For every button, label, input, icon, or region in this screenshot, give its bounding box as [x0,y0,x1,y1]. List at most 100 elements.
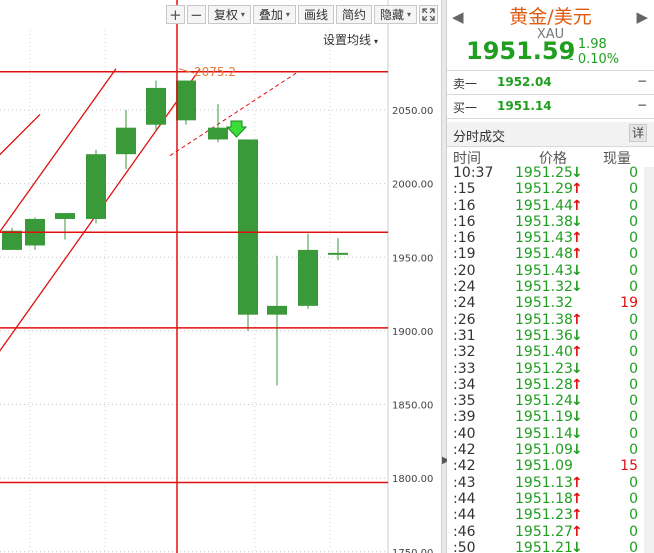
last-price: 1951.59 [466,37,576,65]
arrow-down-icon: ↓ [571,539,583,553]
candle-body [298,249,318,306]
ticks-header: 分时成交 详 [447,122,654,147]
bid-volume: − [636,98,647,112]
tick-volume: 0 [629,523,638,540]
tick-price: 1951.43 [515,230,573,247]
y-tick-label: 1950.00 [392,253,433,264]
fullscreen-icon [422,8,435,21]
tick-row: :33 1951.23 ↓ 0 [447,361,654,377]
tick-time: :44 [453,507,476,524]
tick-volume: 0 [629,442,638,459]
tick-price: 1951.27 [515,523,573,540]
candle-body [238,139,258,315]
tick-volume: 0 [629,279,638,296]
bid-label: 买一 [453,101,478,115]
quote-header: ◀ 黄金/美元 XAU ▶ 1951.59 - 1.98 - 0.10% [447,0,654,71]
ticks-scrollbar[interactable] [644,167,654,553]
candlestick-chart[interactable]: 2050.00 2000.00 1950.00 1900.00 1850.00 1800.… [0,0,441,553]
overlay-dropdown[interactable]: 叠加 ▾ [252,5,296,24]
tick-volume: 0 [629,213,638,230]
tick-volume: 0 [629,311,638,328]
detail-button[interactable]: 详 [629,124,647,142]
adjust-label: 复权 [213,8,238,22]
tick-row: :26 1951.38 ↑ 0 [447,312,654,328]
tick-time: :39 [453,409,476,426]
chevron-down-icon: ▾ [373,37,378,46]
tick-volume: 15 [620,458,638,475]
zoom-out-button[interactable]: − [186,5,206,24]
tick-price: 1951.23 [515,507,573,524]
tick-price: 1951.38 [515,213,573,230]
instrument-name: 黄金/美元 [509,6,592,28]
tick-volume: 0 [629,344,638,361]
tick-row: :35 1951.24 ↓ 0 [447,393,654,409]
candle-body [2,230,22,250]
tick-price: 1951.28 [515,376,573,393]
arrow-up-icon: ↑ [571,311,583,328]
ticks-list[interactable]: 10:37 1951.25 ↓ 0:15 1951.29 ↑ 0:16 1951.44 ↑ 0:1… [447,165,654,553]
tick-price: 1951.40 [515,344,573,361]
tick-row: 10:37 1951.25 ↓ 0 [447,165,654,181]
tick-time: :32 [453,344,476,361]
arrow-down-icon: ↓ [571,262,583,279]
tick-row: :44 1951.18 ↑ 0 [447,491,654,507]
arrow-up-icon: ↑ [571,376,583,393]
candle-body [208,127,228,140]
tick-row: :16 1951.38 ↓ 0 [447,214,654,230]
ask-label: 卖一 [453,77,478,91]
hide-dropdown[interactable]: 隐藏 ▾ [373,5,417,24]
candlestick-chart-area[interactable]: 2050.00 2000.00 1950.00 1900.00 1850.00 1800.… [0,0,441,553]
tick-row: :43 1951.13 ↑ 0 [447,475,654,491]
chevron-down-icon: ▾ [406,10,411,19]
bid-price: 1951.14 [497,99,552,113]
tick-row: :20 1951.43 ↓ 0 [447,263,654,279]
tick-volume: 0 [629,490,638,507]
tick-price: 1951.43 [515,262,573,279]
overlay-label: 叠加 [258,8,283,22]
tick-time: :16 [453,230,476,247]
y-tick-label: 2000.00 [392,180,433,191]
tick-price: 1951.29 [515,181,573,198]
arrow-up-icon: ↑ [571,197,583,214]
arrow-up-icon: ↑ [571,474,583,491]
tick-time: :35 [453,393,476,410]
draw-line-button[interactable]: 画线 [297,5,334,24]
tick-row: :19 1951.48 ↑ 0 [447,246,654,262]
price-change-percent: - 0.10% [569,52,620,67]
y-tick-label: 2050.00 [392,106,433,117]
tick-time: :20 [453,262,476,279]
tick-row: :34 1951.28 ↑ 0 [447,377,654,393]
arrow-up-icon: ↑ [571,523,583,540]
tick-time: :16 [453,213,476,230]
trendline [0,113,41,156]
tick-volume: 0 [629,327,638,344]
tick-volume: 0 [629,181,638,198]
tick-time: :40 [453,425,476,442]
arrow-up-icon: ↑ [571,507,583,524]
simple-mode-button[interactable]: 简约 [335,5,372,24]
next-instrument-icon[interactable]: ▶ [636,8,648,26]
tick-price: 1951.48 [515,246,573,263]
tick-row: :46 1951.27 ↑ 0 [447,524,654,540]
tick-time: :42 [453,458,476,475]
tick-price: 1951.36 [515,327,573,344]
ma-settings-dropdown[interactable]: 设置均线 ▾ [323,31,378,48]
zoom-in-button[interactable]: + [165,5,185,24]
high-annotation: 2075.2 [194,65,236,79]
tick-price: 1951.19 [515,409,573,426]
ticks-column-headers: 时间 价格 现量 [447,147,654,167]
tick-price: 1951.32 [515,279,573,296]
tick-price: 1951.18 [515,490,573,507]
tick-time: :19 [453,246,476,263]
arrow-down-icon: ↓ [571,165,583,181]
adjust-dropdown[interactable]: 复权 ▾ [207,5,251,24]
tick-row: :24 1951.32 ↓ 0 [447,279,654,295]
candle-body [86,154,106,219]
arrow-up-icon: ↑ [571,181,583,198]
tick-time: :31 [453,327,476,344]
tick-row: :24 1951.32 19 [447,295,654,311]
fullscreen-button[interactable] [419,5,438,24]
tick-time: :24 [453,279,476,296]
arrow-down-icon: ↓ [571,425,583,442]
quote-panel: ◀ 黄金/美元 XAU ▶ 1951.59 - 1.98 - 0.10% 卖一 … [447,0,654,553]
